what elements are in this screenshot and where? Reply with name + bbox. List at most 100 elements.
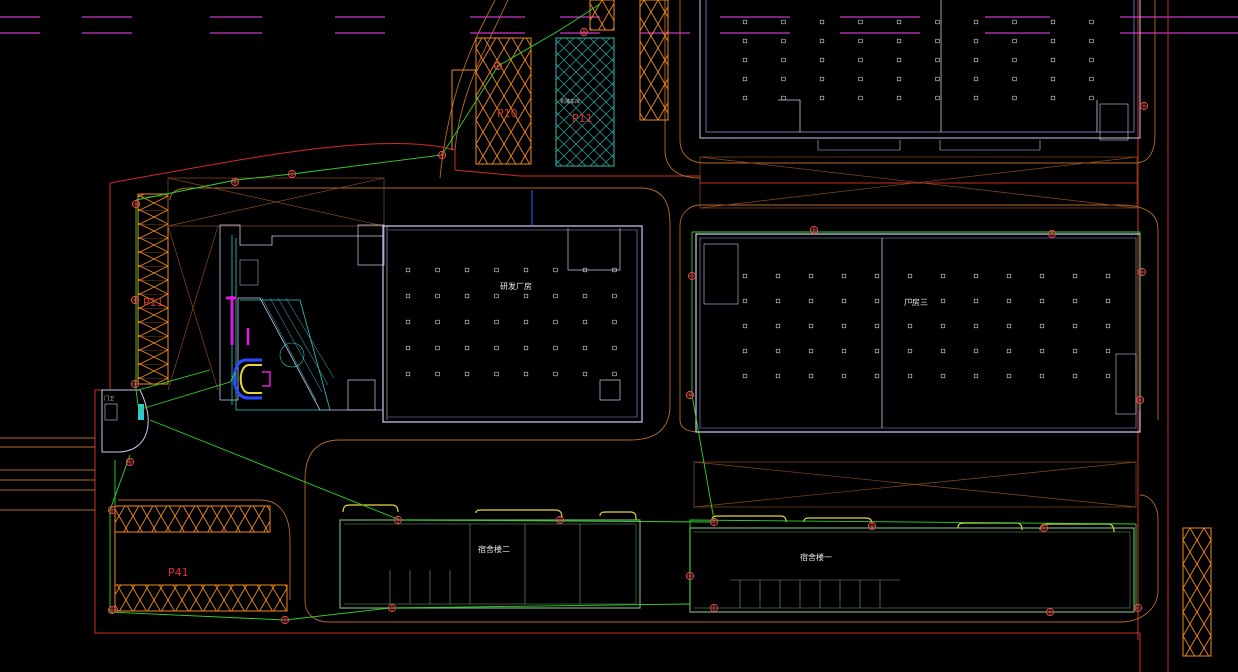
column-icon [464, 371, 470, 377]
column-icon [896, 38, 902, 44]
column-icon [819, 38, 825, 44]
column-icon [553, 293, 558, 299]
column-icon [775, 273, 781, 279]
column-icon [775, 348, 781, 354]
column-icon [1105, 298, 1111, 304]
column-icon [742, 373, 748, 379]
gatehouse-label: 门卫 [104, 395, 114, 402]
column-icon [1012, 19, 1017, 25]
column-icon [1012, 57, 1017, 63]
column-icon [1039, 373, 1045, 379]
column-icon [973, 273, 979, 279]
column-icon [781, 76, 786, 82]
column-icon [742, 273, 748, 279]
column-icon [612, 371, 617, 377]
column-icon [841, 273, 847, 279]
column-icon [808, 273, 814, 279]
column-icon [1039, 348, 1045, 354]
column-icon [582, 319, 588, 325]
building-factory-3-label: 厂房三 [904, 297, 928, 307]
dormitory-west-label: 宿舍楼二 [478, 544, 510, 554]
column-icon [808, 348, 814, 354]
column-icon [874, 298, 880, 304]
column-icon [841, 323, 847, 329]
column-icon [1039, 273, 1045, 279]
building-north[interactable] [699, 0, 1141, 151]
column-icon [464, 345, 470, 351]
column-icon [874, 373, 880, 379]
column-icon [858, 19, 863, 25]
column-icon [1006, 373, 1012, 379]
magenta-line-group [0, 16, 1238, 34]
column-icon [935, 76, 940, 82]
column-icon [1072, 373, 1078, 379]
column-icon [742, 19, 748, 25]
column-icon [775, 323, 781, 329]
column-icon [973, 57, 979, 63]
garage-label: 机械车库 [560, 98, 580, 105]
column-icon [464, 293, 470, 299]
column-icon [405, 371, 411, 377]
column-icon [494, 345, 499, 351]
column-icon [435, 293, 440, 299]
column-icon [973, 95, 979, 101]
column-icon [1050, 95, 1056, 101]
column-icon [935, 38, 940, 44]
column-icon [1039, 323, 1045, 329]
column-icon [464, 267, 470, 273]
column-icon [1012, 38, 1017, 44]
column-icon [1006, 323, 1012, 329]
column-icon [858, 76, 863, 82]
column-icon [1050, 57, 1056, 63]
parking-p10[interactable]: P10 [451, 37, 532, 165]
column-icon [553, 371, 558, 377]
column-icon [582, 371, 588, 377]
column-icon [858, 57, 863, 63]
column-icon [494, 267, 499, 273]
column-icon [582, 293, 588, 299]
column-icon [907, 323, 913, 329]
building-west-complex[interactable] [219, 224, 384, 411]
column-icon [1105, 348, 1111, 354]
column-icon [841, 348, 847, 354]
column-icon [781, 19, 786, 25]
parking-p11-label: P11 [572, 112, 593, 125]
column-icon [523, 293, 529, 299]
column-icon [742, 298, 748, 304]
column-icon [808, 298, 814, 304]
column-icon [973, 373, 979, 379]
column-icon [781, 95, 786, 101]
column-icon [858, 95, 863, 101]
column-icon [405, 319, 411, 325]
column-icon [1050, 76, 1056, 82]
column-icon [935, 57, 940, 63]
building-factory-3[interactable]: 厂房三 [695, 233, 1141, 433]
column-icon [1072, 348, 1078, 354]
column-icon [819, 76, 825, 82]
column-icon [940, 348, 946, 354]
column-icon [494, 371, 499, 377]
dormitory-east[interactable]: 宿舍楼一 [689, 515, 1135, 613]
column-icon [940, 373, 946, 379]
column-icon [742, 95, 748, 101]
column-icon [1006, 298, 1012, 304]
column-icon [935, 95, 940, 101]
parking-p41[interactable]: P41 [114, 505, 288, 612]
column-icon [841, 373, 847, 379]
building-rd[interactable]: 研发厂房 [347, 190, 643, 423]
column-icon [1050, 19, 1056, 25]
mechanical-garage[interactable]: P11 机械车库 [555, 37, 615, 167]
column-icon [435, 345, 440, 351]
column-icon [742, 323, 748, 329]
column-icon [494, 293, 499, 299]
column-icon [1072, 323, 1078, 329]
column-icon [841, 298, 847, 304]
cad-drawing-canvas[interactable]: P10 P11 机械车库 P11 P41 研发厂房 厂房三 宿舍楼二 宿舍楼一 … [0, 0, 1238, 672]
gatehouse[interactable]: 门卫 [101, 389, 149, 453]
parking-west[interactable]: P11 [137, 193, 169, 385]
column-icon [742, 348, 748, 354]
column-icon [1105, 373, 1111, 379]
column-icon [907, 348, 913, 354]
column-icon [819, 95, 825, 101]
column-icon [523, 371, 529, 377]
